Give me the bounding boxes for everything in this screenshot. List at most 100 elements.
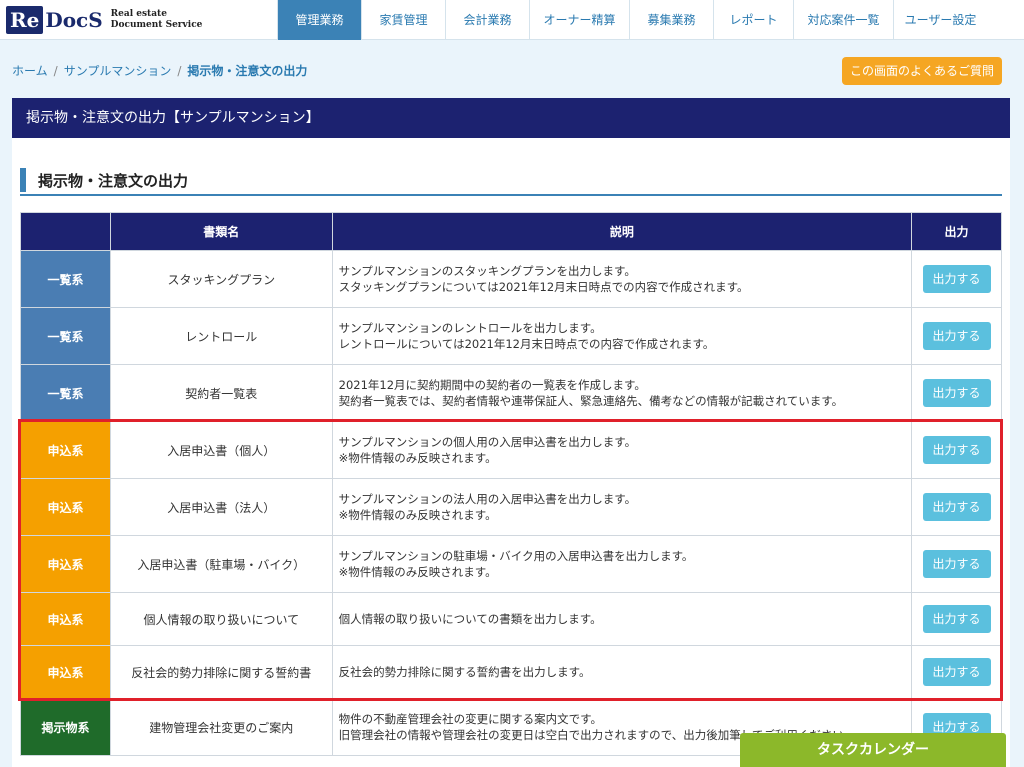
description-line1: サンプルマンションの法人用の入居申込書を出力します。 (338, 492, 637, 506)
top-bar: Re DocS Real estate Document Service 管理業… (0, 0, 1024, 40)
document-name: 反社会的勢力排除に関する誓約書 (109, 645, 333, 699)
nav-yachin[interactable]: 家賃管理 (361, 0, 445, 40)
table-row: 一覧系 スタッキングプラン サンプルマンションのスタッキングプランを出力します。… (20, 250, 1002, 308)
document-description: サンプルマンションの駐車場・バイク用の入居申込書を出力します。 ※物件情報のみ反映… (331, 535, 913, 593)
document-description: 2021年12月に契約期間中の契約者の一覧表を作成します。契約者一覧表では、契約… (331, 364, 913, 422)
document-description: サンプルマンションのスタッキングプランを出力します。スタッキングプランについては… (331, 250, 913, 308)
header-description: 説明 (331, 212, 913, 251)
logo-subtitle: Real estate Document Service (111, 9, 203, 31)
nav-kanri[interactable]: 管理業務 (277, 0, 361, 40)
faq-button[interactable]: この画面のよくあるご質問 (842, 57, 1002, 85)
description-line2: ※物件情報のみ反映されます。 (338, 565, 497, 579)
document-name: 建物管理会社変更のご案内 (109, 698, 333, 756)
logo-re: Re (6, 6, 44, 34)
description-line2: ※物件情報のみ反映されます。 (338, 508, 497, 522)
output-button[interactable]: 出力する (922, 658, 991, 686)
output-button[interactable]: 出力する (922, 493, 991, 521)
description-line1: サンプルマンションの個人用の入居申込書を出力します。 (338, 435, 637, 449)
category-badge: 一覧系 (20, 364, 111, 422)
output-cell: 出力する (911, 535, 1002, 593)
description-line1: サンプルマンションのスタッキングプランを出力します。 (338, 264, 636, 278)
description-line1: サンプルマンションの駐車場・バイク用の入居申込書を出力します。 (338, 549, 694, 563)
description-line1: 反社会的勢力排除に関する誓約書を出力します。 (338, 665, 591, 679)
output-cell: 出力する (911, 645, 1002, 699)
logo-subtitle-line2: Document Service (110, 20, 203, 30)
output-button[interactable]: 出力する (922, 322, 991, 350)
document-name: 入居申込書（法人） (109, 478, 333, 536)
breadcrumb: ホーム / サンプルマンション / 掲示物・注意文の出力 (12, 62, 307, 79)
document-name: 入居申込書（駐車場・バイク） (109, 535, 333, 593)
output-cell: 出力する (911, 592, 1002, 646)
section-heading: 掲示物・注意文の出力 (20, 164, 1002, 196)
breadcrumb-separator: / (177, 64, 182, 78)
description-line1: サンプルマンションのレントロールを出力します。 (338, 321, 602, 335)
breadcrumb-home[interactable]: ホーム (12, 64, 48, 78)
breadcrumb-property[interactable]: サンプルマンション (64, 64, 172, 78)
category-badge: 申込系 (20, 592, 111, 646)
breadcrumb-current: 掲示物・注意文の出力 (187, 64, 308, 78)
table-header-row: 書類名 説明 出力 (20, 212, 1002, 251)
description-line2: ※物件情報のみ反映されます。 (338, 451, 497, 465)
header-output: 出力 (911, 212, 1002, 251)
category-badge: 申込系 (20, 421, 111, 479)
output-cell: 出力する (911, 364, 1002, 422)
nav-owner[interactable]: オーナー精算 (529, 0, 629, 40)
category-badge: 一覧系 (20, 307, 111, 365)
header-category (20, 212, 111, 251)
table-row: 申込系 入居申込書（個人） サンプルマンションの個人用の入居申込書を出力します。… (20, 421, 1002, 479)
logo-docs: DocS (45, 8, 103, 32)
document-description: 個人情報の取り扱いについての書類を出力します。 (331, 592, 913, 646)
nav-kaikei[interactable]: 会計業務 (445, 0, 529, 40)
document-description: サンプルマンションの法人用の入居申込書を出力します。 ※物件情報のみ反映されます。 (331, 478, 913, 536)
table-row: 申込系 反社会的勢力排除に関する誓約書 反社会的勢力排除に関する誓約書を出力しま… (20, 645, 1002, 699)
table-row: 一覧系 レントロール サンプルマンションのレントロールを出力します。レントロール… (20, 307, 1002, 365)
document-name: スタッキングプラン (109, 250, 333, 308)
document-name: 入居申込書（個人） (109, 421, 333, 479)
description-line1: 2021年12月に契約期間中の契約者の一覧表を作成します。 (338, 378, 646, 392)
logo-subtitle-line1: Real estate (110, 9, 167, 19)
table-row: 一覧系 契約者一覧表 2021年12月に契約期間中の契約者の一覧表を作成します。… (20, 364, 1002, 422)
category-badge: 申込系 (20, 645, 111, 699)
description-line1: 個人情報の取り扱いについての書類を出力します。 (338, 612, 602, 626)
document-name: レントロール (109, 307, 333, 365)
output-cell: 出力する (911, 250, 1002, 308)
category-badge: 申込系 (20, 535, 111, 593)
nav-user-settings[interactable]: ユーザー設定 (893, 0, 987, 40)
redocs-logo[interactable]: Re DocS Real estate Document Service (6, 4, 202, 36)
document-description: サンプルマンションの個人用の入居申込書を出力します。 ※物件情報のみ反映されます。 (331, 421, 913, 479)
table-row: 申込系 入居申込書（法人） サンプルマンションの法人用の入居申込書を出力します。… (20, 478, 1002, 536)
output-cell: 出力する (911, 421, 1002, 479)
table-row: 申込系 入居申込書（駐車場・バイク） サンプルマンションの駐車場・バイク用の入居… (20, 535, 1002, 593)
nav-anken[interactable]: 対応案件一覧 (793, 0, 893, 40)
breadcrumb-separator: / (53, 64, 58, 78)
document-description: 反社会的勢力排除に関する誓約書を出力します。 (331, 645, 913, 699)
panel-title: 掲示物・注意文の出力【サンプルマンション】 (12, 98, 1010, 138)
document-description: サンプルマンションのレントロールを出力します。レントロールについては2021年1… (331, 307, 913, 365)
output-button[interactable]: 出力する (922, 605, 991, 633)
output-button[interactable]: 出力する (922, 379, 991, 407)
section-accent-bar (20, 168, 26, 192)
description-line2: 契約者一覧表では、契約者情報や連帯保証人、緊急連絡先、備考などの情報が記載されて… (338, 394, 844, 408)
output-cell: 出力する (911, 478, 1002, 536)
category-badge: 掲示物系 (20, 698, 111, 756)
document-table: 書類名 説明 出力 一覧系 スタッキングプラン サンプルマンションのスタッキング… (20, 212, 1002, 756)
output-button[interactable]: 出力する (922, 550, 991, 578)
description-line2: レントロールについては2021年12月末日時点での内容で作成されます。 (338, 337, 715, 351)
nav-report[interactable]: レポート (713, 0, 793, 40)
task-calendar-button[interactable]: タスクカレンダー (740, 733, 1006, 767)
output-button[interactable]: 出力する (922, 436, 991, 464)
main-nav: 管理業務 家賃管理 会計業務 オーナー精算 募集業務 レポート 対応案件一覧 ユ… (277, 0, 987, 40)
document-name: 個人情報の取り扱いについて (109, 592, 333, 646)
table-row: 申込系 個人情報の取り扱いについて 個人情報の取り扱いについての書類を出力します… (20, 592, 1002, 646)
output-cell: 出力する (911, 307, 1002, 365)
section-title: 掲示物・注意文の出力 (38, 172, 189, 190)
category-badge: 一覧系 (20, 250, 111, 308)
document-name: 契約者一覧表 (109, 364, 333, 422)
output-button[interactable]: 出力する (922, 265, 991, 293)
description-line1: 物件の不動産管理会社の変更に関する案内文です。 (338, 712, 603, 726)
main-panel: 掲示物・注意文の出力【サンプルマンション】 掲示物・注意文の出力 書類名 説明 … (12, 98, 1010, 767)
description-line2: スタッキングプランについては2021年12月末日時点での内容で作成されます。 (338, 280, 749, 294)
header-name: 書類名 (109, 212, 333, 251)
nav-boshu[interactable]: 募集業務 (629, 0, 713, 40)
category-badge: 申込系 (20, 478, 111, 536)
